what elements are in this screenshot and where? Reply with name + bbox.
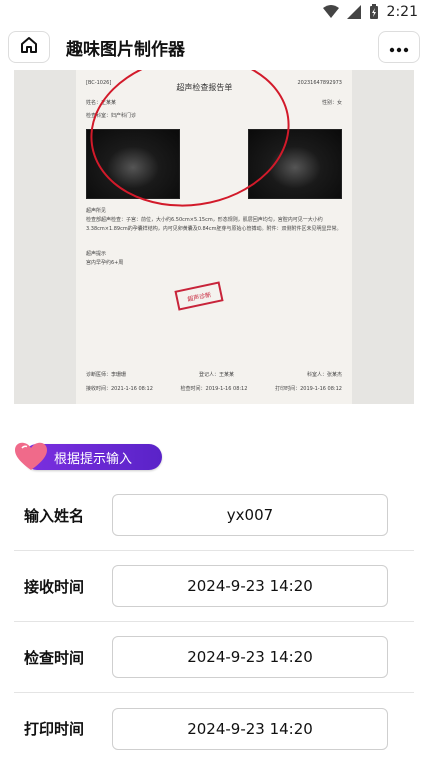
form-row-receive-time: 接收时间 2024-9-23 14:20 bbox=[14, 551, 414, 622]
form-row-check-time: 检查时间 2024-9-23 14:20 bbox=[14, 622, 414, 693]
name-input[interactable]: yx007 bbox=[112, 494, 388, 536]
preview-image[interactable]: [BC-1026] 超声检查报告单 20231647892973 姓名：王某某 … bbox=[14, 70, 414, 404]
form-row-print-time: 打印时间 2024-9-23 14:20 bbox=[14, 693, 414, 762]
prompt-title: 超声提示 bbox=[86, 251, 107, 257]
app-bar: 趣味图片制作器 bbox=[0, 24, 428, 70]
sex-line: 性别：女 bbox=[321, 100, 342, 106]
stamp-seal: 超声诊断 bbox=[174, 281, 224, 311]
doctor-line: 诊断医师：李珊珊 bbox=[86, 372, 127, 378]
check-time-label: 检查时间 bbox=[24, 648, 85, 667]
report-paper: [BC-1026] 超声检查报告单 20231647892973 姓名：王某某 … bbox=[76, 70, 352, 404]
wifi-icon bbox=[322, 5, 339, 19]
home-button[interactable] bbox=[8, 31, 50, 63]
hint-banner: 根据提示输入 bbox=[14, 442, 428, 472]
check-time-input[interactable]: 2024-9-23 14:20 bbox=[112, 636, 388, 678]
doc-id: [BC-1026] bbox=[86, 80, 112, 86]
status-time: 2:21 bbox=[386, 4, 418, 20]
receive-time-input[interactable]: 2024-9-23 14:20 bbox=[112, 565, 388, 607]
doc-no: 20231647892973 bbox=[297, 80, 342, 86]
input-form: 输入姓名 yx007 接收时间 2024-9-23 14:20 检查时间 202… bbox=[0, 480, 428, 762]
print-time-input[interactable]: 2024-9-23 14:20 bbox=[112, 707, 388, 750]
status-bar: 2:21 bbox=[0, 0, 428, 24]
more-icon bbox=[389, 38, 409, 57]
print-line: 打印时间：2019-1-16 08:12 bbox=[275, 386, 342, 392]
receive-line: 接收时间：2021-1-16 08:12 bbox=[86, 386, 153, 392]
print-time-label: 打印时间 bbox=[24, 720, 85, 738]
section-title: 超声所见 bbox=[86, 208, 107, 214]
record-line: 科室人：张某杰 bbox=[306, 372, 342, 378]
verify-line: 登记人：王某某 bbox=[198, 372, 234, 378]
signal-icon bbox=[346, 5, 361, 19]
check-line: 检查时间：2019-1-16 08:12 bbox=[180, 386, 248, 392]
form-row-name: 输入姓名 yx007 bbox=[14, 480, 414, 551]
heart-icon bbox=[14, 442, 48, 472]
home-icon bbox=[19, 35, 39, 59]
findings-text: 检查部超声检查：子宫：前位，大小约6.50cm×5.15cm，形态规则，肌层回声… bbox=[86, 217, 342, 232]
prompt-text: 宫内早孕约6+周 bbox=[86, 260, 124, 266]
battery-icon bbox=[369, 4, 379, 20]
more-button[interactable] bbox=[378, 31, 420, 63]
name-label: 输入姓名 bbox=[24, 506, 85, 525]
page-title: 趣味图片制作器 bbox=[66, 39, 185, 60]
receive-time-label: 接收时间 bbox=[24, 577, 85, 596]
